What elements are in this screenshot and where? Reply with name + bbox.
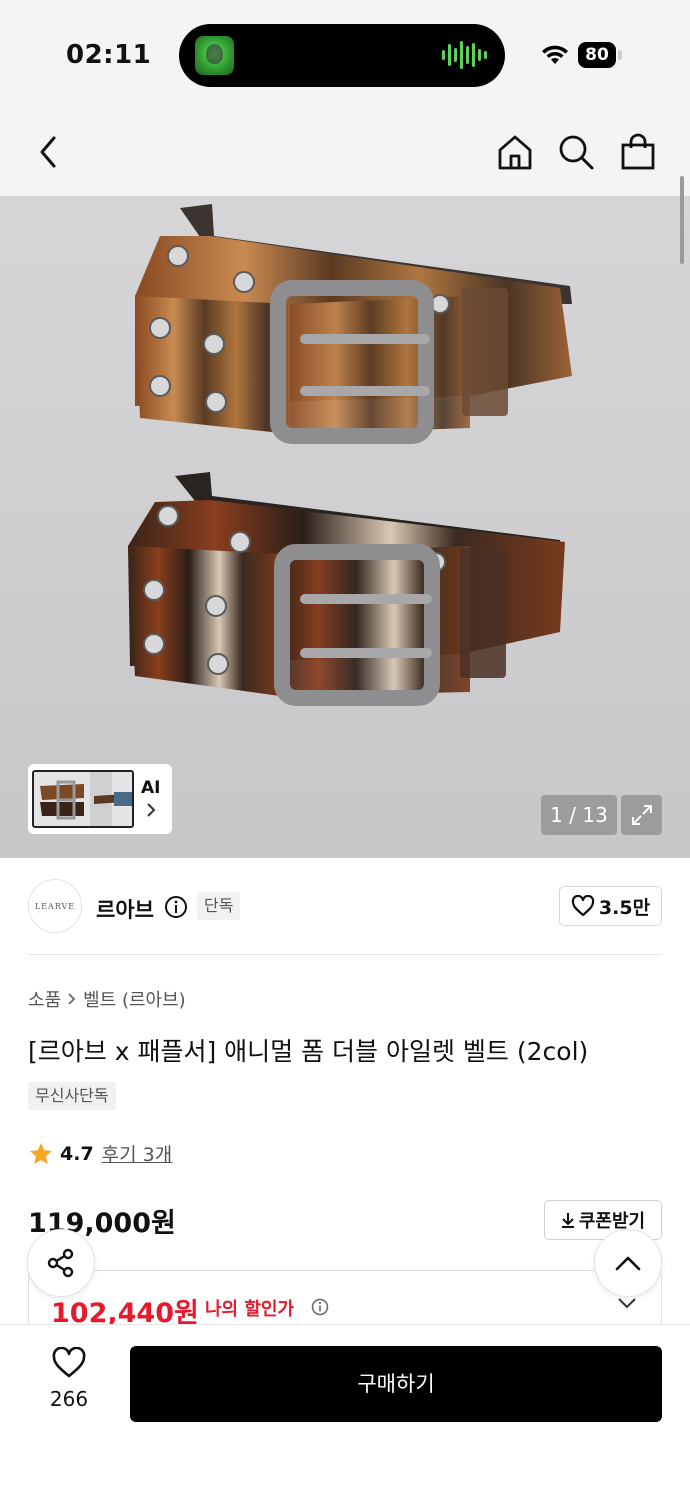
review-link[interactable]: 후기 3개 [102, 1140, 173, 1167]
download-icon [561, 1213, 574, 1228]
thumbnail-strip[interactable]: AI [28, 764, 172, 834]
search-icon [559, 135, 594, 170]
chevron-down-icon[interactable] [617, 1297, 637, 1309]
product-image-gallery[interactable]: AI 1 / 13 [0, 196, 690, 858]
scroll-top-button[interactable] [594, 1229, 662, 1297]
brand-logo-text: LEARVE [34, 902, 76, 911]
home-button[interactable] [491, 128, 539, 176]
info-icon[interactable] [164, 895, 188, 919]
status-time: 02:11 [66, 40, 152, 70]
star-icon [30, 1142, 52, 1164]
brand-name[interactable]: 르아브 [96, 894, 154, 924]
product-image [128, 204, 572, 706]
divider [28, 954, 662, 955]
shopping-bag-button[interactable] [614, 128, 662, 176]
thumbnail-belt-picture [34, 772, 132, 826]
exclusive-tag: 단독 [197, 892, 241, 920]
breadcrumb-category[interactable]: 소품 [28, 986, 61, 1012]
my-price-label: 나의 할인가 [205, 1299, 295, 1320]
top-nav [0, 112, 690, 196]
expand-button[interactable] [621, 795, 662, 835]
chevron-up-icon [615, 1256, 641, 1271]
buy-button[interactable]: 구매하기 [130, 1346, 662, 1422]
heart-icon [571, 895, 595, 917]
breadcrumb-subcategory[interactable]: 벨트 (르아브) [83, 986, 186, 1012]
brand-like-button[interactable]: 3.5만 [559, 886, 662, 926]
search-button[interactable] [552, 128, 600, 176]
battery-tip-icon [618, 50, 622, 60]
now-playing-artwork-icon [195, 36, 234, 75]
brand-like-count: 3.5만 [598, 896, 651, 919]
thumbnail-image[interactable] [32, 770, 134, 828]
rating-row: 4.7 후기 3개 [28, 1140, 172, 1167]
info-icon[interactable] [311, 1298, 329, 1316]
breadcrumb: 소품 벨트 (르아브) [28, 986, 186, 1012]
wifi-icon [542, 45, 568, 64]
expand-icon [631, 805, 652, 825]
battery-level: 80 [585, 45, 609, 65]
bottom-action-bar: 266 구매하기 [0, 1324, 690, 1500]
home-icon [498, 135, 532, 170]
dynamic-island[interactable] [179, 24, 505, 87]
rating-value: 4.7 [60, 1142, 94, 1165]
brand-logo[interactable]: LEARVE [28, 879, 82, 933]
wishlist-button[interactable]: 266 [28, 1346, 110, 1423]
scroll-indicator [680, 176, 684, 264]
chevron-right-icon [68, 993, 76, 1005]
page-counter: 1 / 13 [541, 795, 617, 835]
share-icon [47, 1248, 74, 1278]
product-title: [르아브 x 패플서] 애니멀 폼 더블 아일렛 벨트 (2col) [28, 1037, 589, 1066]
back-button[interactable] [24, 128, 72, 176]
brand-row: LEARVE 르아브 단독 3.5만 [0, 858, 690, 956]
wishlist-count: 266 [49, 1387, 89, 1411]
audio-waveform-icon [442, 40, 487, 70]
status-bar: 02:11 80 [0, 0, 690, 112]
store-exclusive-tag: 무신사단독 [28, 1082, 116, 1110]
back-icon [40, 136, 56, 168]
share-button[interactable] [27, 1229, 95, 1297]
bag-icon [621, 133, 655, 170]
ai-label: AI [141, 778, 161, 798]
heart-icon [52, 1346, 86, 1378]
chevron-right-icon [147, 803, 156, 817]
battery-indicator: 80 [578, 42, 616, 68]
